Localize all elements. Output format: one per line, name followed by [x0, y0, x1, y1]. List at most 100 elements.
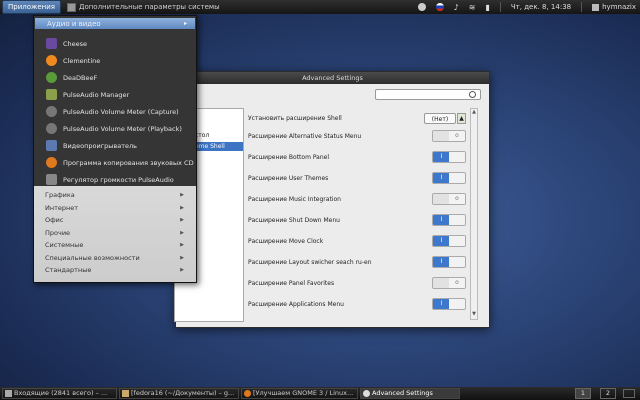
- chevron-right-icon: ▸: [183, 20, 187, 27]
- menu-item-volume-meter-playback[interactable]: PulseAudio Volume Meter (Playback): [34, 120, 196, 137]
- menu-category-label: Офис: [45, 216, 64, 225]
- extension-row: Расширение Alternative Status Menu o: [248, 126, 466, 146]
- menu-category-internet[interactable]: Интернет ▶: [34, 202, 196, 215]
- chevron-right-icon: ▶: [180, 229, 184, 236]
- extension-toggle[interactable]: I: [432, 214, 466, 226]
- menu-category-accessibility[interactable]: Специальные возможности ▶: [34, 252, 196, 265]
- menu-category-accessories[interactable]: Стандартные ▶: [34, 264, 196, 277]
- menu-item-label: Clementine: [63, 56, 101, 65]
- menu-item-label: Видеопроигрыватель: [63, 141, 137, 150]
- chevron-right-icon: ▶: [180, 267, 184, 274]
- task-label: [fedora16 (~/Документы) – g...: [131, 389, 235, 397]
- clementine-icon: [46, 55, 57, 66]
- extension-row: Расширение Layout swicher seach ru-en I: [248, 252, 466, 272]
- active-window-title[interactable]: Дополнительные параметры системы: [66, 2, 220, 12]
- folder-icon: [122, 390, 129, 397]
- extension-toggle[interactable]: I: [432, 172, 466, 184]
- menu-item-label: DeaDBeeF: [63, 73, 98, 82]
- extension-row: Расширение Shut Down Menu I: [248, 210, 466, 230]
- cheese-icon: [46, 38, 57, 49]
- menu-category-other[interactable]: Прочие ▶: [34, 227, 196, 240]
- pulseaudio-manager-icon: [46, 89, 57, 100]
- search-input[interactable]: [375, 89, 481, 100]
- window-title-text: Дополнительные параметры системы: [78, 3, 220, 11]
- applications-menu-button[interactable]: Приложения: [2, 0, 61, 14]
- menu-item-volume-control[interactable]: Регулятор громкости PulseAudio: [34, 171, 196, 188]
- search-icon: [469, 91, 476, 98]
- media-player-icon[interactable]: [417, 3, 426, 11]
- tray-separator: [581, 2, 583, 12]
- advanced-settings-window: Advanced Settings стол ome Shell Установ…: [174, 71, 490, 328]
- extension-toggle[interactable]: o: [432, 193, 466, 205]
- microphone-icon: [46, 123, 57, 134]
- menu-item-volume-meter-capture[interactable]: PulseAudio Volume Meter (Capture): [34, 103, 196, 120]
- menu-item-clementine[interactable]: Clementine: [34, 52, 196, 69]
- gear-icon: [363, 390, 370, 397]
- menu-category-system[interactable]: Системные ▶: [34, 239, 196, 252]
- scroll-up-icon[interactable]: ▲: [471, 109, 477, 117]
- content-scrollbar[interactable]: ▲ ▼: [470, 108, 478, 320]
- menu-item-video-player[interactable]: Видеопроигрыватель: [34, 137, 196, 154]
- settings-content: Установить расширение Shell (Нет) ▲ Расш…: [248, 108, 470, 320]
- speaker-icon: [46, 174, 57, 185]
- task-button-browser[interactable]: [Улучшаем GNOME 3 / Linux...: [241, 388, 358, 399]
- show-desktop-icon[interactable]: [623, 389, 635, 398]
- clock[interactable]: Чт, дек. 8, 14:38: [511, 3, 571, 11]
- system-tray: ♪ ≋ ▮ Чт, дек. 8, 14:38 hymnazix: [417, 0, 636, 14]
- menu-category-audio-video[interactable]: Аудио и видео ▸: [35, 18, 195, 29]
- window-icon: [66, 2, 76, 12]
- menu-item-deadbeef[interactable]: DeaDBeeF: [34, 69, 196, 86]
- extension-row: Расширение Bottom Panel I: [248, 147, 466, 167]
- task-button-mail[interactable]: Входящие (2841 всего) – ...: [2, 388, 117, 399]
- menu-category-label: Интернет: [45, 203, 79, 212]
- menu-category-label: Аудио и видео: [47, 19, 101, 28]
- task-button-file-manager[interactable]: [fedora16 (~/Документы) – g...: [119, 388, 239, 399]
- menu-item-pulseaudio-manager[interactable]: PulseAudio Manager: [34, 86, 196, 103]
- user-icon: [592, 3, 600, 11]
- extension-row: Расширение Applications Menu I: [248, 294, 466, 314]
- menu-category-graphics[interactable]: Графика ▶: [34, 189, 196, 202]
- extension-toggle[interactable]: I: [432, 298, 466, 310]
- extension-toggle[interactable]: o: [432, 277, 466, 289]
- tray-separator: [499, 2, 501, 12]
- chevron-right-icon: ▶: [180, 242, 184, 249]
- keyboard-layout-icon[interactable]: [435, 3, 444, 11]
- menu-category-office[interactable]: Офис ▶: [34, 214, 196, 227]
- menu-category-label: Специальные возможности: [45, 253, 140, 262]
- workspace-1[interactable]: 1: [575, 388, 591, 399]
- extension-row: Расширение Music Integration o: [248, 189, 466, 209]
- menu-item-cd-ripper[interactable]: Программа копирования звуковых CD: [34, 154, 196, 171]
- chevron-right-icon: ▶: [180, 204, 184, 211]
- menu-item-cheese[interactable]: Cheese: [34, 35, 196, 52]
- user-menu[interactable]: hymnazix: [592, 3, 636, 11]
- menu-item-label: PulseAudio Volume Meter (Playback): [63, 124, 182, 133]
- volume-icon[interactable]: ♪: [454, 3, 459, 12]
- extension-row: Расширение Move Clock I: [248, 231, 466, 251]
- microphone-icon: [46, 106, 57, 117]
- task-button-advanced-settings[interactable]: Advanced Settings: [360, 388, 460, 399]
- install-extension-combo[interactable]: (Нет): [424, 112, 456, 124]
- network-icon[interactable]: ≋: [469, 3, 476, 12]
- mail-icon: [5, 390, 12, 397]
- menu-category-label: Стандартные: [45, 266, 92, 275]
- task-label: Входящие (2841 всего) – ...: [14, 389, 108, 397]
- top-panel: Приложения Дополнительные параметры сист…: [0, 0, 640, 14]
- menu-item-label: Программа копирования звуковых CD: [63, 158, 194, 167]
- install-extension-button[interactable]: ▲: [457, 112, 466, 124]
- deadbeef-icon: [46, 72, 57, 83]
- extension-toggle[interactable]: o: [432, 130, 466, 142]
- extension-toggle[interactable]: I: [432, 235, 466, 247]
- extension-row: Расширение Panel Favorites o: [248, 273, 466, 293]
- extension-toggle[interactable]: I: [432, 256, 466, 268]
- workspace-2[interactable]: 2: [600, 388, 616, 399]
- menu-item-label: PulseAudio Manager: [63, 90, 130, 99]
- extension-toggle[interactable]: I: [432, 151, 466, 163]
- extension-row: Расширение User Themes I: [248, 168, 466, 188]
- applications-menu: Аудио и видео ▸ Cheese Clementine DeaDBe…: [33, 15, 197, 283]
- firefox-icon: [244, 390, 251, 397]
- window-titlebar[interactable]: Advanced Settings: [176, 72, 489, 84]
- battery-icon[interactable]: ▮: [485, 3, 489, 12]
- menu-category-label: Графика: [45, 191, 75, 200]
- menu-item-label: Регулятор громкости PulseAudio: [63, 175, 174, 184]
- scroll-down-icon[interactable]: ▼: [471, 311, 477, 319]
